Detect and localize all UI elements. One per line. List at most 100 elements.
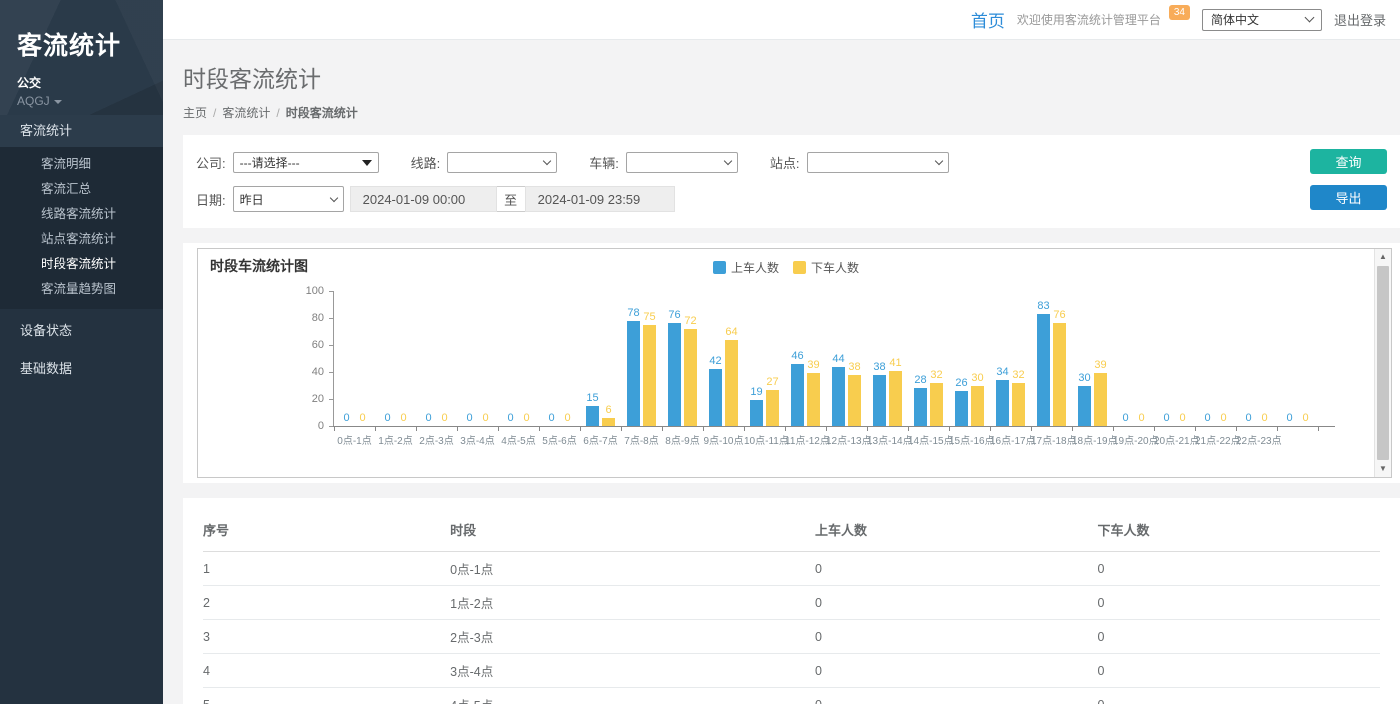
table-cell: 2点-3点 (450, 620, 815, 654)
sidebar-subitem[interactable]: 站点客流统计 (0, 227, 163, 252)
sidebar-submenu: 客流明细客流汇总线路客流统计站点客流统计时段客流统计客流量趋势图 (0, 147, 163, 309)
bar-boarding (996, 380, 1009, 426)
bar-value-label: 32 (1006, 369, 1031, 381)
chart-plot: 020406080100000点-1点001点-2点002点-3点003点-4点… (198, 283, 1374, 461)
home-link[interactable]: 首页 (971, 7, 1005, 32)
x-axis-category-label: 13点-14点 (867, 432, 908, 447)
y-axis-tick-label: 60 (290, 339, 324, 351)
x-axis-category-label: 4点-5点 (498, 432, 539, 447)
scroll-down-icon[interactable]: ▼ (1375, 461, 1391, 477)
table-column-header: 上车人数 (815, 510, 1097, 552)
table-row: 43点-4点00 (203, 654, 1380, 688)
bar-group: 7672 (662, 291, 703, 426)
station-select[interactable] (807, 152, 949, 173)
legend-alighting[interactable]: 下车人数 (793, 259, 859, 276)
sidebar-item-device-status[interactable]: 设备状态 (0, 315, 163, 347)
bar-value-label: 76 (1047, 309, 1072, 321)
query-button[interactable]: 查询 (1310, 149, 1387, 174)
bar-value-label: 0 (432, 412, 457, 424)
bar-group: 3039 (1072, 291, 1113, 426)
bar-value-label: 0 (514, 412, 539, 424)
table-panel: 序号时段上车人数下车人数 10点-1点0021点-2点0032点-3点0043点… (183, 498, 1400, 704)
bar-value-label: 32 (924, 369, 949, 381)
scrollbar-thumb[interactable] (1377, 266, 1389, 460)
scroll-up-icon[interactable]: ▲ (1375, 249, 1391, 265)
line-select[interactable] (447, 152, 557, 173)
x-axis-category-label: 5点-6点 (539, 432, 580, 447)
bar-group: 4639 (785, 291, 826, 426)
sidebar-subitem[interactable]: 客流明细 (0, 152, 163, 177)
bar-value-label: 0 (1252, 412, 1277, 424)
x-axis-category-label: 6点-7点 (580, 432, 621, 447)
welcome-text: 欢迎使用客流统计管理平台 (1017, 11, 1161, 28)
breadcrumb-home[interactable]: 主页 (183, 106, 207, 120)
bar-group: 3841 (867, 291, 908, 426)
bar-boarding (914, 388, 927, 426)
bar-group: 1927 (744, 291, 785, 426)
bar-value-label: 0 (1129, 412, 1154, 424)
x-axis-category-label: 7点-8点 (621, 432, 662, 447)
table-row: 10点-1点00 (203, 552, 1380, 586)
sidebar-subitem[interactable]: 线路客流统计 (0, 202, 163, 227)
date-preset-select[interactable]: 昨日 (233, 186, 344, 212)
chart-box: 时段车流统计图 上车人数 下车人数 020406080100000点-1点001… (197, 248, 1392, 478)
bar-group: 156 (580, 291, 621, 426)
company-select[interactable]: ---请选择--- (233, 152, 379, 173)
sidebar-subitem[interactable]: 客流量趋势图 (0, 277, 163, 302)
bar-group: 8376 (1031, 291, 1072, 426)
bar-value-label: 27 (760, 376, 785, 388)
bar-alighting (684, 329, 697, 426)
bar-alighting (807, 373, 820, 426)
bar-group: 00 (1236, 291, 1277, 426)
bar-boarding (709, 369, 722, 426)
sidebar-item-basic-data[interactable]: 基础数据 (0, 353, 163, 385)
x-axis-category-label: 17点-18点 (1031, 432, 1072, 447)
notification-badge[interactable]: 34 (1169, 5, 1190, 20)
chevron-down-icon (724, 157, 732, 165)
page-content: 公司: ---请选择--- 线路: 车辆: (163, 135, 1400, 704)
sidebar-subitem[interactable]: 客流汇总 (0, 177, 163, 202)
table-cell: 0 (815, 586, 1097, 620)
bar-alighting (889, 371, 902, 426)
bar-boarding (1037, 314, 1050, 426)
legend-boarding[interactable]: 上车人数 (713, 259, 779, 276)
vehicle-select[interactable] (626, 152, 738, 173)
breadcrumb-passenger-stats[interactable]: 客流统计 (222, 106, 270, 120)
bar-group: 00 (498, 291, 539, 426)
filter-row-1: 公司: ---请选择--- 线路: 车辆: (196, 152, 1387, 173)
export-button[interactable]: 导出 (1310, 185, 1387, 210)
table-row: 32点-3点00 (203, 620, 1380, 654)
station-label: 站点: (770, 153, 800, 172)
language-select[interactable]: 简体中文 (1202, 9, 1322, 31)
bar-group: 00 (375, 291, 416, 426)
table-cell: 1 (203, 552, 450, 586)
table-cell: 1点-2点 (450, 586, 815, 620)
bar-boarding (955, 391, 968, 426)
table-cell: 3 (203, 620, 450, 654)
date-to-label: 至 (497, 186, 525, 212)
sidebar-item-passenger-stats[interactable]: 客流统计 (0, 115, 163, 147)
date-end-input[interactable]: 2024-01-09 23:59 (525, 186, 675, 212)
topbar: 首页 欢迎使用客流统计管理平台 34 简体中文 退出登录 (163, 0, 1400, 40)
table-cell: 2 (203, 586, 450, 620)
org-code-dropdown[interactable]: AQGJ (17, 94, 163, 108)
x-axis-category-label: 10点-11点 (744, 432, 785, 447)
bar-value-label: 0 (1170, 412, 1195, 424)
chart-panel: 时段车流统计图 上车人数 下车人数 020406080100000点-1点001… (183, 243, 1400, 483)
company-label: 公司: (196, 153, 226, 172)
bar-boarding (791, 364, 804, 426)
bar-group: 00 (539, 291, 580, 426)
sidebar-nav: 客流统计 客流明细客流汇总线路客流统计站点客流统计时段客流统计客流量趋势图 设备… (0, 115, 163, 385)
date-start-input[interactable]: 2024-01-09 00:00 (350, 186, 497, 212)
chart-vertical-scrollbar[interactable]: ▲ ▼ (1374, 249, 1391, 477)
bar-value-label: 0 (473, 412, 498, 424)
table-cell: 0 (1097, 620, 1380, 654)
x-axis-category-label: 0点-1点 (334, 432, 375, 447)
main-area: 首页 欢迎使用客流统计管理平台 34 简体中文 退出登录 时段客流统计 主页/客… (163, 0, 1400, 704)
sidebar: 客流统计 公交 AQGJ 客流统计 客流明细客流汇总线路客流统计站点客流统计时段… (0, 0, 163, 704)
sidebar-subitem[interactable]: 时段客流统计 (0, 252, 163, 277)
table-row: 54点-5点00 (203, 688, 1380, 704)
bar-alighting (1053, 323, 1066, 426)
bar-value-label: 30 (965, 372, 990, 384)
logout-link[interactable]: 退出登录 (1334, 10, 1386, 29)
